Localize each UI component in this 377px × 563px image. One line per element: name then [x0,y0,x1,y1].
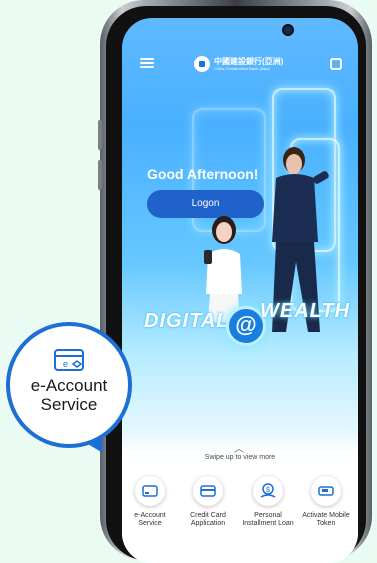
token-device-icon [311,476,341,506]
volume-button [98,120,102,150]
scan-icon[interactable] [330,58,342,70]
phone-frame: 中國建設銀行(亞洲) China Construction Bank (Asia… [98,0,372,563]
shortcut-e-account[interactable]: e-Account Service [122,476,178,528]
bank-name: 中國建設銀行(亞洲) [214,57,284,66]
shortcut-personal-loan[interactable]: $ Personal Installment Loan [240,476,296,528]
app-screen: 中國建設銀行(亞洲) China Construction Bank (Asia… [122,18,358,563]
chevron-up-icon[interactable]: ︿ [234,440,244,455]
campaign-title-right: WEALTH [260,300,351,322]
camera-icon [282,24,294,36]
shortcut-label: Personal Installment Loan [242,512,294,527]
shortcut-credit-card[interactable]: Credit Card Application [180,476,236,528]
greeting-text: Good Afternoon! [147,166,259,182]
bank-name-en: China Construction Bank (Asia) [214,66,270,71]
swipe-hint: Swipe up to view more [204,454,276,461]
card-id-icon [135,476,165,506]
bank-logo-icon [194,56,210,72]
shortcut-mobile-token[interactable]: Activate Mobile Token [298,476,354,528]
campaign-title-left: DIGITAL [144,310,230,332]
money-hand-icon: $ [253,476,283,506]
callout-label: e-Account Service [30,376,108,414]
svg-text:$: $ [266,487,270,494]
card-id-icon: e [53,348,85,372]
svg-text:e: e [63,359,68,369]
credit-card-icon [193,476,223,506]
shortcut-label: Activate Mobile Token [302,512,350,527]
shortcut-label: e-Account Service [134,512,166,527]
menu-icon[interactable] [140,58,154,68]
bottom-sheet[interactable]: ︿ Swipe up to view more e-Account Servic… [122,428,358,563]
volume-button [98,160,102,190]
top-bar: 中國建設銀行(亞洲) China Construction Bank (Asia… [122,52,358,80]
shortcut-label: Credit Card Application [190,512,226,527]
bank-logo: 中國建設銀行(亞洲) China Construction Bank (Asia… [194,56,283,72]
e-account-callout: e e-Account Service [6,322,132,448]
phone-bezel: 中國建設銀行(亞洲) China Construction Bank (Asia… [106,6,366,563]
